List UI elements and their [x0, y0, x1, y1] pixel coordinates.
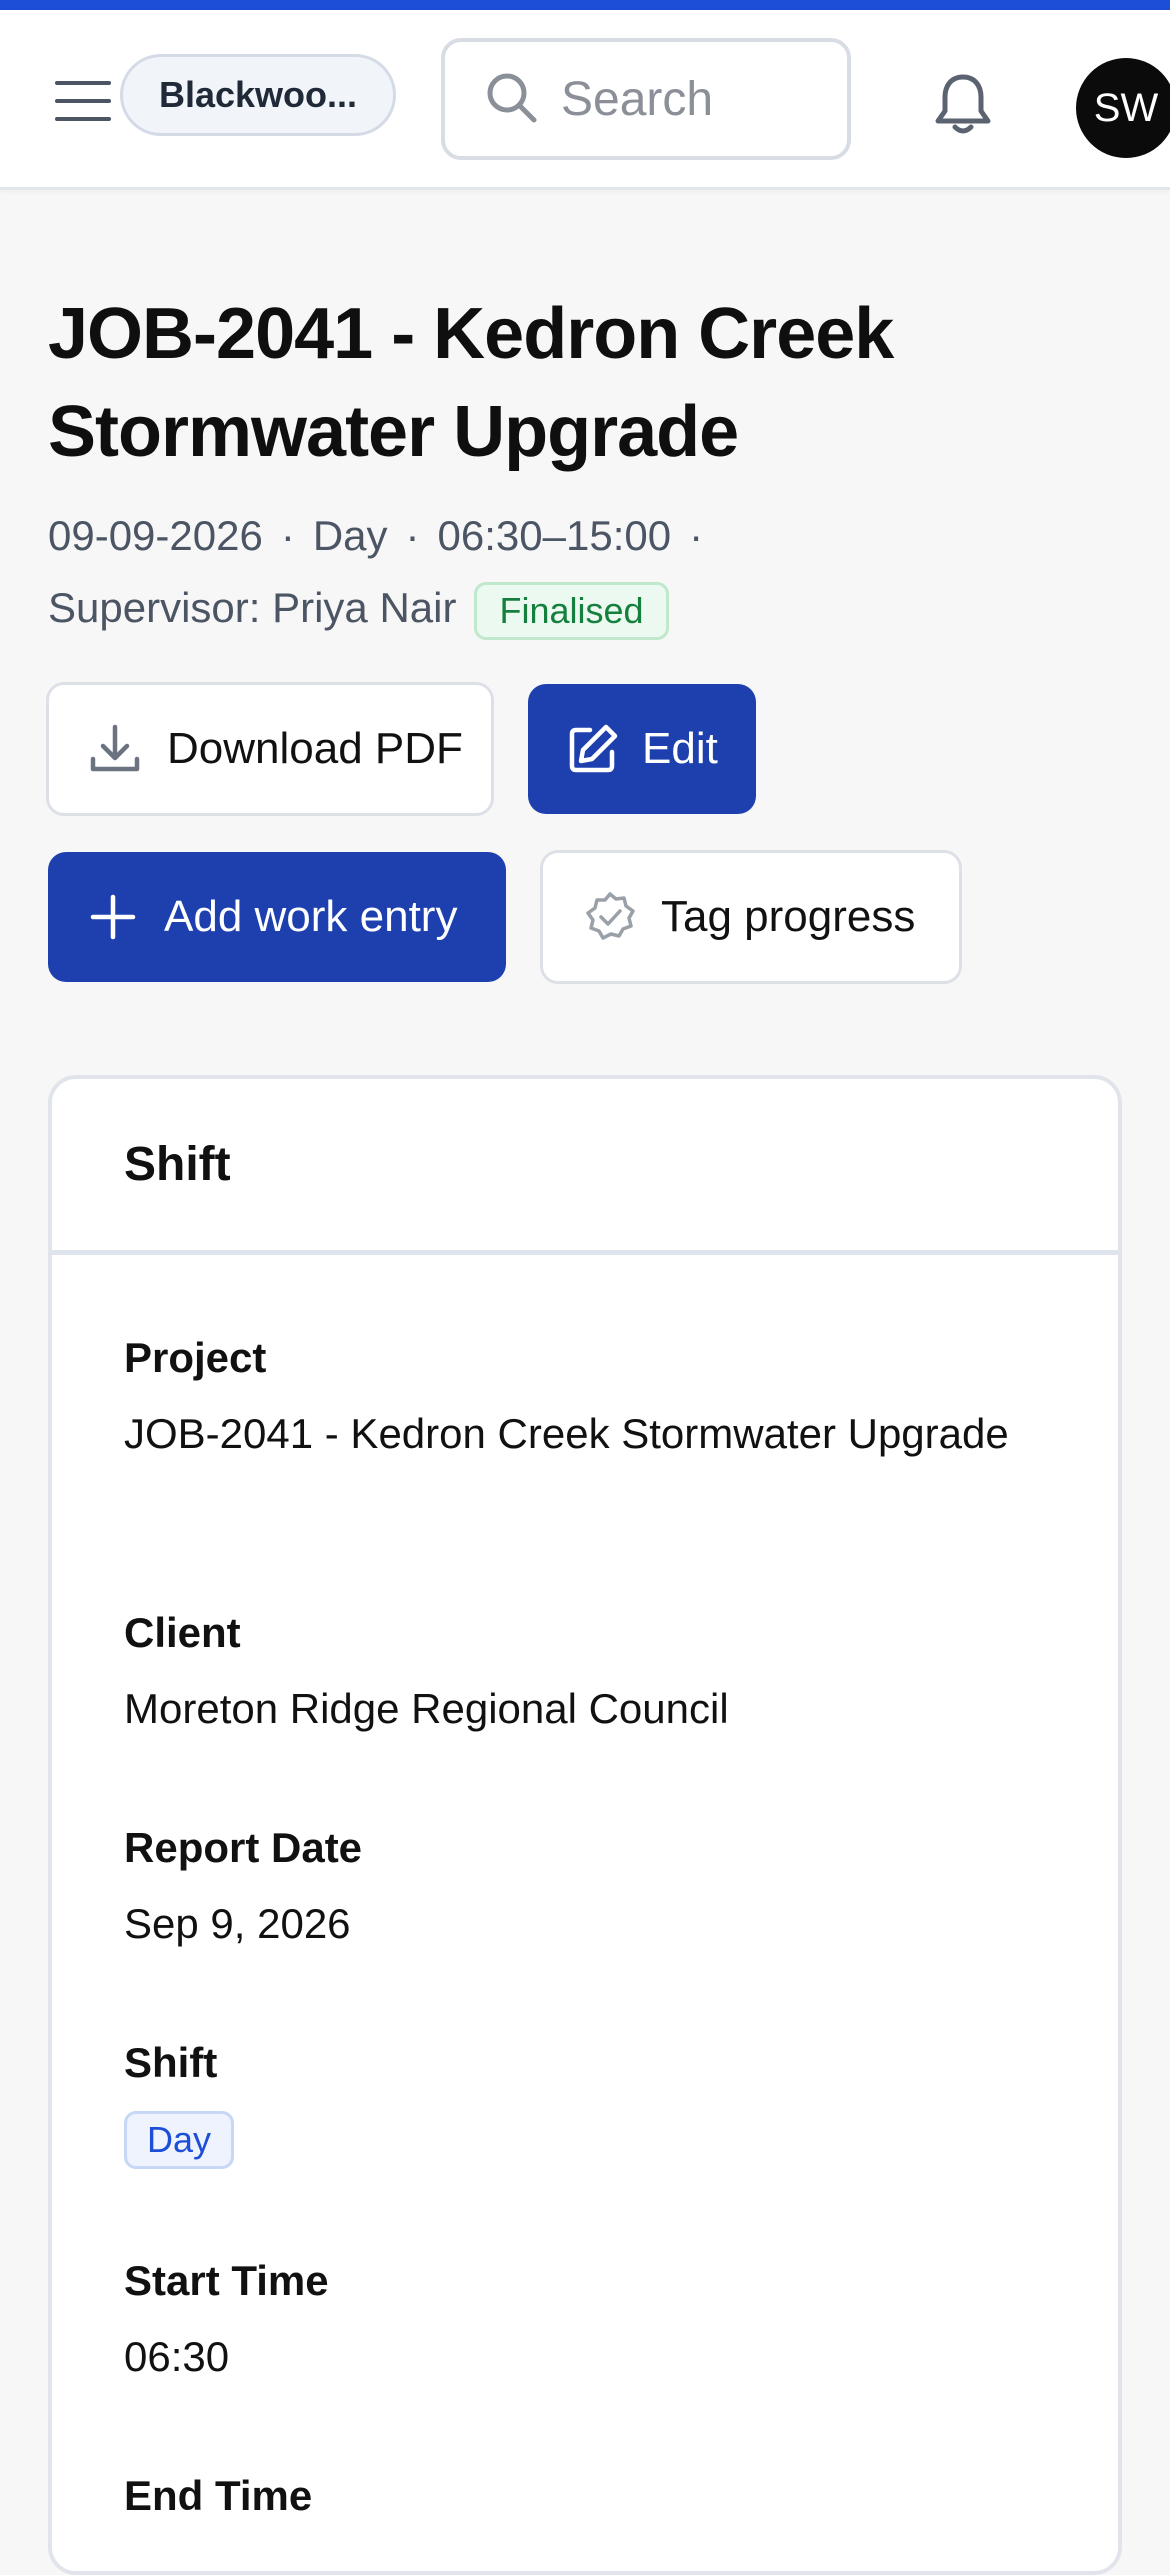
supervisor-name: Supervisor: Priya Nair — [48, 584, 457, 631]
field-label: Report Date — [124, 1824, 363, 1871]
menu-icon — [55, 79, 111, 128]
field-client: Client Moreton Ridge Regional Council — [124, 1609, 1024, 1739]
search-input[interactable]: Search — [441, 38, 851, 160]
field-report-date: Report Date Sep 9, 2026 — [124, 1824, 1024, 1954]
download-icon — [87, 721, 143, 777]
menu-button[interactable] — [50, 70, 116, 136]
plus-icon — [90, 894, 136, 940]
check-circle-icon — [583, 890, 637, 944]
report-meta: 09-09-2026 · Day · 06:30–15:00 · Supervisor: … — [48, 500, 1128, 644]
field-value: Sep 9, 2026 — [124, 1900, 351, 1947]
shift-card: Shift Project JOB-2041 - Kedron Creek St… — [48, 1075, 1122, 2575]
app-header: Blackwoo... Search SW — [0, 10, 1170, 190]
search-icon — [485, 71, 537, 128]
field-shift: Shift Day — [124, 2039, 1024, 2169]
tag-progress-label: Tag progress — [661, 892, 916, 941]
organization-switcher[interactable]: Blackwoo... — [120, 54, 396, 136]
edit-icon — [566, 722, 620, 776]
top-accent-bar — [0, 0, 1170, 10]
field-label: Start Time — [124, 2257, 329, 2304]
field-label: Client — [124, 1609, 241, 1656]
card-title-text: Shift — [124, 1138, 231, 1191]
meta-separator: · — [689, 512, 704, 559]
field-value: JOB-2041 - Kedron Creek Stormwater Upgra… — [124, 1410, 1009, 1457]
field-value: Moreton Ridge Regional Council — [124, 1685, 729, 1732]
report-time-range: 06:30–15:00 — [437, 512, 672, 559]
card-title: Shift — [52, 1079, 1118, 1255]
tag-progress-button[interactable]: Tag progress — [540, 850, 962, 984]
field-label: Project — [124, 1334, 267, 1381]
add-work-entry-label: Add work entry — [164, 892, 458, 941]
field-value: 06:30 — [124, 2333, 230, 2380]
notifications-button[interactable] — [930, 66, 996, 146]
edit-label: Edit — [642, 724, 718, 773]
field-project: Project JOB-2041 - Kedron Creek Stormwat… — [124, 1334, 1024, 1464]
meta-separator: · — [405, 512, 420, 559]
download-pdf-button[interactable]: Download PDF — [46, 682, 494, 816]
report-date: 09-09-2026 — [48, 512, 263, 559]
page-title: JOB-2041 - Kedron Creek Stormwater Upgra… — [48, 294, 894, 472]
edit-button[interactable]: Edit — [528, 684, 756, 814]
meta-separator: · — [280, 512, 295, 559]
avatar-initials: SW — [1093, 85, 1159, 130]
field-label: End Time — [124, 2472, 313, 2519]
user-avatar[interactable]: SW — [1076, 58, 1170, 158]
download-pdf-label: Download PDF — [167, 724, 463, 773]
shift-badge: Day — [124, 2111, 235, 2169]
add-work-entry-button[interactable]: Add work entry — [48, 852, 506, 982]
search-placeholder: Search — [561, 72, 714, 126]
field-start-time: Start Time 06:30 — [124, 2257, 1024, 2387]
organization-name: Blackwoo... — [158, 74, 358, 115]
status-badge: Finalised — [474, 581, 669, 640]
field-label: Shift — [124, 2039, 218, 2086]
bell-icon — [933, 71, 993, 142]
report-shift: Day — [312, 512, 388, 559]
